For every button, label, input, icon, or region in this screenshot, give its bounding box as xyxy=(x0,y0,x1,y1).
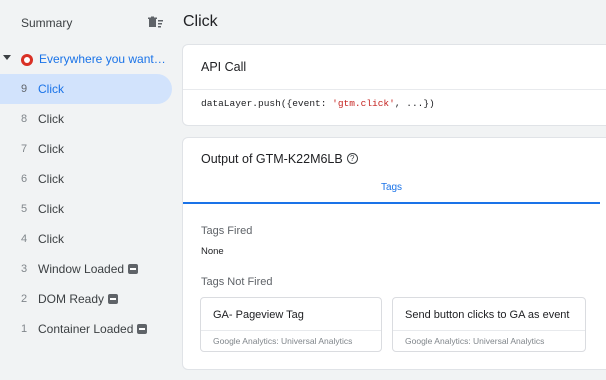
event-number: 4 xyxy=(21,233,28,245)
code-string: 'gtm.click' xyxy=(332,98,395,109)
tag-type: Google Analytics: Universal Analytics xyxy=(213,336,353,346)
event-number: 5 xyxy=(21,203,28,215)
api-call-title: API Call xyxy=(201,60,247,74)
output-title-text: Output of GTM-K22M6LB xyxy=(201,152,343,166)
container-label: Everywhere you want t... xyxy=(39,52,167,66)
event-row-7[interactable]: 7 Click xyxy=(0,134,172,164)
event-row-1[interactable]: 1 Container Loaded xyxy=(0,314,172,344)
tag-card[interactable]: GA- Pageview Tag Google Analytics: Unive… xyxy=(200,297,382,352)
event-row-9[interactable]: 9 Click xyxy=(0,74,172,104)
tag-name: GA- Pageview Tag xyxy=(213,309,304,321)
tag-type: Google Analytics: Universal Analytics xyxy=(405,336,545,346)
event-row-5[interactable]: 5 Click xyxy=(0,194,172,224)
sidebar-header: Summary xyxy=(0,0,176,46)
api-call-card: API Call dataLayer.push({event: 'gtm.cli… xyxy=(182,44,606,126)
event-row-8[interactable]: 8 Click xyxy=(0,104,172,134)
event-number: 1 xyxy=(21,323,28,335)
tab-label: Tags xyxy=(380,182,403,193)
event-name-text: Window Loaded xyxy=(38,262,125,276)
gtm-event-badge-icon xyxy=(128,263,139,274)
event-name: Click xyxy=(38,202,64,216)
divider xyxy=(183,89,606,90)
event-name: Click xyxy=(38,112,64,126)
output-title: Output of GTM-K22M6LB? xyxy=(201,152,358,166)
output-card: Output of GTM-K22M6LB? Tags Tags Fired N… xyxy=(182,137,606,370)
sidebar: Summary Everywhere you want t... 9 Click… xyxy=(0,0,176,380)
delete-sweep-icon[interactable] xyxy=(147,15,165,33)
event-name: Click xyxy=(38,232,64,246)
tags-fired-label: Tags Fired xyxy=(201,225,253,237)
container-row[interactable]: Everywhere you want t... xyxy=(0,46,176,72)
divider xyxy=(201,330,381,331)
event-number: 9 xyxy=(21,83,28,95)
tags-not-fired-label: Tags Not Fired xyxy=(201,276,273,288)
event-row-3[interactable]: 3 Window Loaded xyxy=(0,254,172,284)
event-name: Click xyxy=(38,82,64,96)
event-name-text: Container Loaded xyxy=(38,322,134,336)
event-row-6[interactable]: 6 Click xyxy=(0,164,172,194)
tags-fired-value: None xyxy=(201,246,224,257)
code-prefix: dataLayer.push({event: xyxy=(201,98,333,109)
event-name: DOM Ready xyxy=(38,292,119,306)
event-row-4[interactable]: 4 Click xyxy=(0,224,172,254)
tag-card[interactable]: Send button clicks to GA as event Google… xyxy=(392,297,586,352)
event-number: 6 xyxy=(21,173,28,185)
event-number: 2 xyxy=(21,293,28,305)
tag-name: Send button clicks to GA as event xyxy=(405,309,570,321)
event-name: Container Loaded xyxy=(38,322,148,336)
tab-tags[interactable]: Tags xyxy=(183,174,600,204)
divider xyxy=(393,330,585,331)
event-name: Window Loaded xyxy=(38,262,139,276)
help-icon[interactable]: ? xyxy=(346,153,358,165)
sidebar-title: Summary xyxy=(21,16,73,30)
target-icon xyxy=(21,54,33,66)
gtm-event-badge-icon xyxy=(137,323,148,334)
event-name: Click xyxy=(38,142,64,156)
api-call-code: dataLayer.push({event: 'gtm.click', ...}… xyxy=(201,98,435,109)
event-number: 3 xyxy=(21,263,28,275)
tab-indicator xyxy=(183,202,600,204)
event-number: 8 xyxy=(21,113,28,125)
code-suffix: , ...}) xyxy=(394,98,435,109)
event-name: Click xyxy=(38,172,64,186)
gtm-event-badge-icon xyxy=(108,293,119,304)
caret-down-icon[interactable] xyxy=(3,55,11,60)
event-name-text: DOM Ready xyxy=(38,292,105,306)
event-number: 7 xyxy=(21,143,28,155)
event-row-2[interactable]: 2 DOM Ready xyxy=(0,284,172,314)
page-title: Click xyxy=(183,13,218,30)
